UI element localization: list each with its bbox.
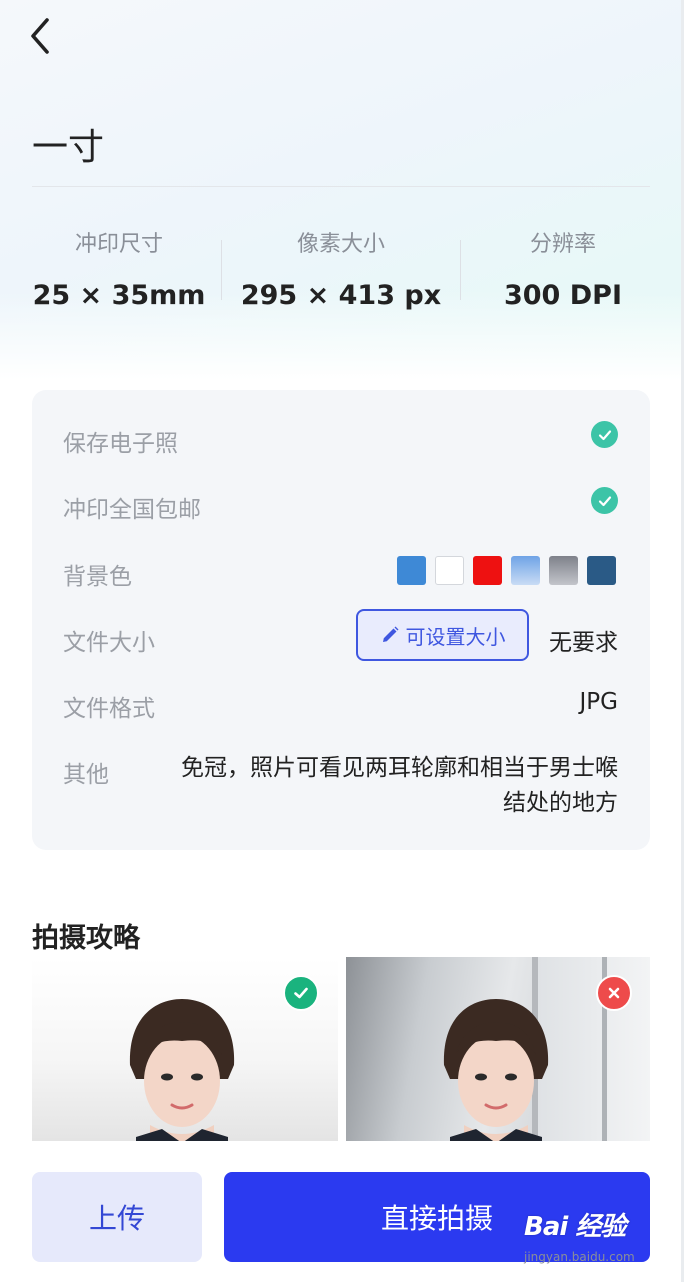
back-button[interactable] <box>20 14 60 58</box>
divider <box>221 240 222 300</box>
spec-label: 分辨率 <box>529 232 596 257</box>
spec-resolution: 分辨率 300 DPI <box>472 226 654 311</box>
color-swatch-1[interactable] <box>397 556 426 585</box>
page-title: 一寸 <box>32 127 105 168</box>
background-color-swatches <box>397 556 616 585</box>
color-swatch-2[interactable] <box>435 556 464 585</box>
check-icon <box>591 421 618 448</box>
upload-button[interactable]: 上传 <box>32 1172 202 1262</box>
check-icon <box>591 487 618 514</box>
info-card: 保存电子照 冲印全国包邮 背景色 文件大小 可设置大小 无要求 文件格式 JPG… <box>32 390 650 850</box>
spec-value: 300 DPI <box>503 280 622 311</box>
spec-label: 像素大小 <box>296 232 385 257</box>
color-swatch-4[interactable] <box>511 556 540 585</box>
background-color-label: 背景色 <box>63 564 132 590</box>
header-background <box>0 0 684 380</box>
bad-example-photo <box>346 957 650 1141</box>
set-size-button[interactable]: 可设置大小 <box>356 609 529 661</box>
divider <box>460 240 461 300</box>
wrong-icon <box>596 975 632 1011</box>
spec-label: 冲印尺寸 <box>74 232 163 257</box>
print-shipping-label: 冲印全国包邮 <box>63 497 201 523</box>
portrait-image <box>129 999 235 1141</box>
color-swatch-5[interactable] <box>549 556 578 585</box>
file-format-value: JPG <box>579 689 618 715</box>
good-example-photo <box>32 957 338 1141</box>
watermark-logo: Bai 经验 <box>524 1212 626 1242</box>
set-size-label: 可设置大小 <box>405 624 506 649</box>
file-size-label: 文件大小 <box>63 630 155 656</box>
correct-icon <box>283 975 319 1011</box>
portrait-image <box>443 999 549 1141</box>
file-format-label: 文件格式 <box>63 696 155 722</box>
color-swatch-6[interactable] <box>587 556 616 585</box>
guide-title: 拍摄攻略 <box>32 923 140 954</box>
other-label: 其他 <box>63 762 109 788</box>
take-photo-label: 直接拍摄 <box>380 1202 493 1235</box>
spec-print-size: 冲印尺寸 25 × 35mm <box>28 226 210 311</box>
pencil-icon <box>382 626 398 642</box>
back-arrow-icon <box>31 18 49 54</box>
save-photo-label: 保存电子照 <box>63 431 178 457</box>
other-value: 免冠，照片可看见两耳轮廓和相当于男士喉结处的地方 <box>181 755 618 816</box>
divider <box>32 186 650 187</box>
color-swatch-3[interactable] <box>473 556 502 585</box>
watermark-url: jingyan.baidu.com <box>524 1250 635 1264</box>
spec-pixel-size: 像素大小 295 × 413 px <box>232 226 450 311</box>
file-size-value: 无要求 <box>549 630 618 656</box>
spec-value: 295 × 413 px <box>240 280 442 311</box>
baidu-watermark: Bai 经验 jingyan.baidu.com <box>524 1206 654 1268</box>
spec-value: 25 × 35mm <box>32 280 206 311</box>
